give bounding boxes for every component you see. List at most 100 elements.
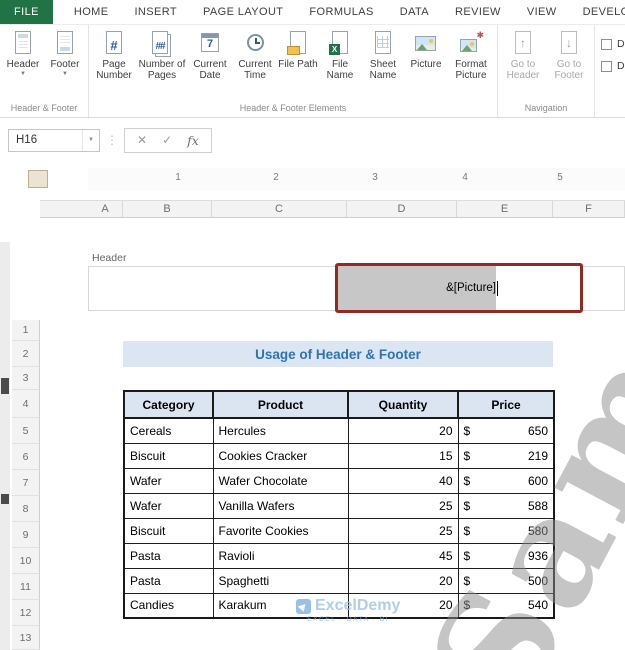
cell-quantity[interactable]: 20 <box>347 567 459 594</box>
cell-quantity[interactable]: 40 <box>347 467 459 494</box>
insert-function-icon[interactable]: fx <box>187 133 199 148</box>
currency-symbol: $ <box>463 523 471 538</box>
button-label: Header <box>6 59 40 70</box>
format-picture-button[interactable]: Format Picture <box>447 25 495 102</box>
cell-price[interactable]: $ 650 <box>457 417 555 444</box>
cell-category[interactable]: Wafer <box>123 492 214 519</box>
cell-price[interactable]: $ 219 <box>457 442 555 469</box>
cell-product[interactable]: Spaghetti <box>212 567 349 594</box>
button-label: Format Picture <box>455 59 487 81</box>
option-checkbox-row[interactable]: D <box>601 60 625 72</box>
formula-input[interactable] <box>219 128 625 153</box>
cell-category[interactable]: Candies <box>123 592 214 619</box>
tab-home[interactable]: HOME <box>61 0 122 24</box>
footer-button[interactable]: Footer ▼ <box>44 25 86 102</box>
cell-category[interactable]: Biscuit <box>123 442 214 469</box>
cell-product[interactable]: Vanilla Wafers <box>212 492 349 519</box>
tab-insert[interactable]: INSERT <box>121 0 190 24</box>
table-header-product[interactable]: Product <box>212 390 349 419</box>
cell-price[interactable]: $ 540 <box>457 592 555 619</box>
row-header-4[interactable]: 4 <box>12 390 40 418</box>
column-header-b[interactable]: B <box>123 201 212 217</box>
sheet-name-button[interactable]: Sheet Name <box>361 25 405 102</box>
cell-category[interactable]: Biscuit <box>123 517 214 544</box>
row-header-3[interactable]: 3 <box>12 367 40 390</box>
cell-category[interactable]: Cereals <box>123 417 214 444</box>
checkbox-icon[interactable] <box>601 60 612 72</box>
go-to-header-icon <box>510 29 536 58</box>
cell-quantity[interactable]: 45 <box>347 542 459 569</box>
sheet-title-cell[interactable]: Usage of Header & Footer <box>123 341 553 367</box>
go-to-header-button[interactable]: Go to Header <box>500 25 546 102</box>
tab-page-layout[interactable]: PAGE LAYOUT <box>190 0 296 24</box>
table-header-quantity[interactable]: Quantity <box>347 390 459 419</box>
cell-quantity[interactable]: 20 <box>347 592 459 619</box>
ruler-tick: 3 <box>372 172 378 183</box>
go-to-footer-button[interactable]: Go to Footer <box>546 25 592 102</box>
cell-quantity[interactable]: 25 <box>347 517 459 544</box>
number-of-pages-button[interactable]: Number of Pages <box>137 25 187 102</box>
table-header-category[interactable]: Category <box>123 390 214 419</box>
cell-quantity[interactable]: 25 <box>347 492 459 519</box>
row-header-6[interactable]: 6 <box>12 444 40 470</box>
picture-icon <box>413 29 439 58</box>
chevron-down-icon[interactable]: ▼ <box>82 129 99 151</box>
checkbox-icon[interactable] <box>601 38 612 50</box>
cell-category[interactable]: Wafer <box>123 467 214 494</box>
enter-icon[interactable]: ✓ <box>162 133 172 147</box>
row-header-9[interactable]: 9 <box>12 522 40 548</box>
tab-data[interactable]: DATA <box>387 0 442 24</box>
tab-formulas[interactable]: FORMULAS <box>296 0 386 24</box>
cell-quantity[interactable]: 20 <box>347 417 459 444</box>
cell-product[interactable]: Cookies Cracker <box>212 442 349 469</box>
cell-price[interactable]: $ 936 <box>457 542 555 569</box>
current-date-button[interactable]: Current Date <box>187 25 233 102</box>
row-header-8[interactable]: 8 <box>12 496 40 522</box>
table-row: Biscuit Cookies Cracker 15 $ 219 <box>123 442 555 469</box>
tab-developer[interactable]: DEVELOPER <box>570 0 625 24</box>
column-header-a[interactable]: A <box>88 201 123 217</box>
column-header-f[interactable]: F <box>553 201 625 217</box>
row-header-7[interactable]: 7 <box>12 470 40 496</box>
column-header-e[interactable]: E <box>457 201 553 217</box>
tab-view[interactable]: VIEW <box>514 0 570 24</box>
cell-product[interactable]: Hercules <box>212 417 349 444</box>
row-header-5[interactable]: 5 <box>12 418 40 444</box>
row-header-1[interactable]: 1 <box>12 320 40 341</box>
cell-price[interactable]: $ 580 <box>457 517 555 544</box>
row-header-2[interactable]: 2 <box>12 341 40 367</box>
button-label: Number of Pages <box>138 59 186 81</box>
cell-quantity[interactable]: 15 <box>347 442 459 469</box>
cell-category[interactable]: Pasta <box>123 567 214 594</box>
tab-review[interactable]: REVIEW <box>442 0 514 24</box>
row-header-13[interactable]: 13 <box>12 626 40 650</box>
row-header-12[interactable]: 12 <box>12 600 40 626</box>
cell-product[interactable]: Karakum <box>212 592 349 619</box>
cancel-icon[interactable]: ✕ <box>137 133 147 147</box>
cell-product[interactable]: Wafer Chocolate <box>212 467 349 494</box>
file-name-button[interactable]: File Name <box>319 25 361 102</box>
header-selected-text[interactable]: &[Picture] <box>338 266 496 310</box>
cell-product[interactable]: Favorite Cookies <box>212 517 349 544</box>
table-header-price[interactable]: Price <box>457 390 555 419</box>
tab-file[interactable]: FILE <box>0 0 53 24</box>
current-time-button[interactable]: Current Time <box>233 25 277 102</box>
column-header-d[interactable]: D <box>347 201 457 217</box>
header-button[interactable]: Header ▼ <box>2 25 44 102</box>
option-checkbox-row[interactable]: D <box>601 38 625 50</box>
cell-price[interactable]: $ 588 <box>457 492 555 519</box>
header-center-section[interactable]: &[Picture] <box>335 263 583 313</box>
column-header-c[interactable]: C <box>212 201 347 217</box>
row-header-11[interactable]: 11 <box>12 574 40 600</box>
file-path-button[interactable]: File Path <box>277 25 319 102</box>
cell-price[interactable]: $ 600 <box>457 467 555 494</box>
page-number-button[interactable]: Page Number <box>91 25 137 102</box>
column-headers: A B C D E F <box>40 200 625 218</box>
cell-category[interactable]: Pasta <box>123 542 214 569</box>
cell-product[interactable]: Ravioli <box>212 542 349 569</box>
picture-button[interactable]: Picture <box>405 25 447 102</box>
row-header-10[interactable]: 10 <box>12 548 40 574</box>
cell-price[interactable]: $ 500 <box>457 567 555 594</box>
currency-symbol: $ <box>463 573 471 588</box>
name-box[interactable]: H16 ▼ <box>8 128 100 152</box>
